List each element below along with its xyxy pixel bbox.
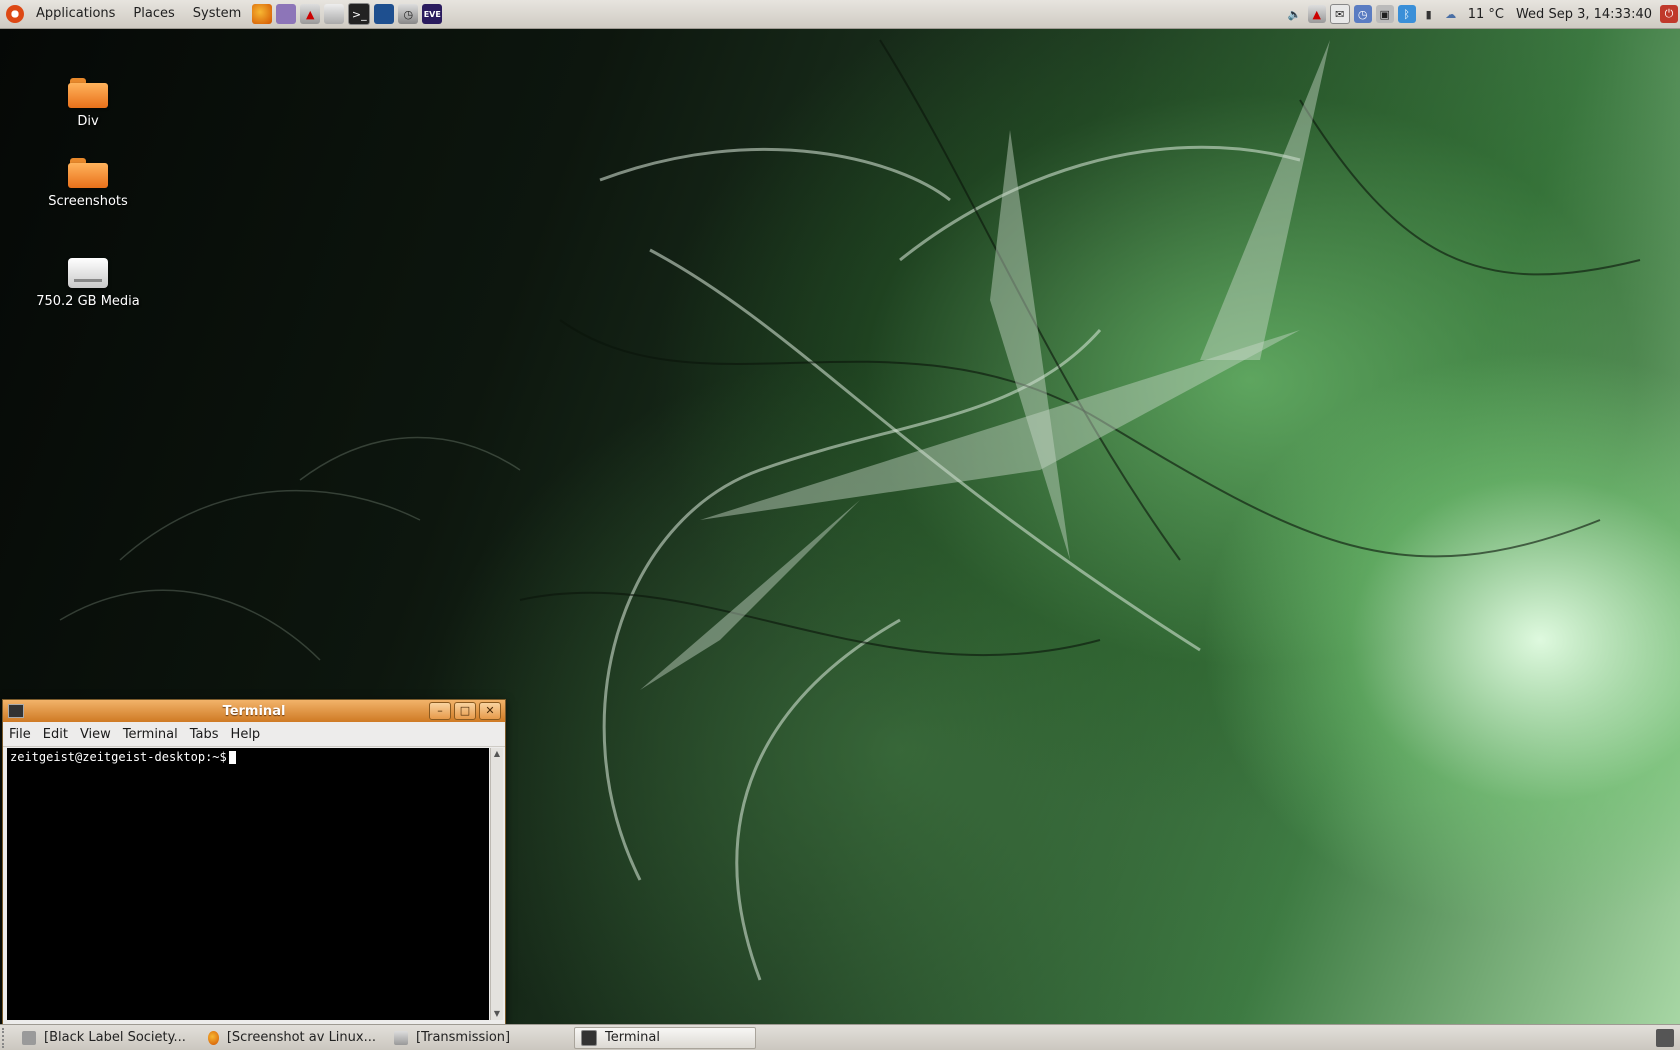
desktop-icon-label: Screenshots xyxy=(48,194,128,209)
desktop-icon-media-drive[interactable]: 750.2 GB Media xyxy=(23,258,153,309)
menu-view[interactable]: View xyxy=(74,727,117,742)
maximize-button[interactable]: □ xyxy=(454,702,476,720)
network-signal-icon[interactable]: ▮ xyxy=(1420,5,1438,23)
taskbar-item-label: [Screenshot av Linux... xyxy=(226,1030,376,1045)
transmission-icon xyxy=(394,1030,408,1045)
places-menu[interactable]: Places xyxy=(124,0,183,28)
close-button[interactable]: ✕ xyxy=(479,702,501,720)
clock-app-icon[interactable]: ◷ xyxy=(398,4,419,24)
terminal-icon xyxy=(581,1029,597,1046)
clock-tray-icon[interactable]: ◷ xyxy=(1353,5,1372,23)
folder-icon xyxy=(68,158,108,188)
firefox-icon xyxy=(208,1030,219,1045)
weather-temperature[interactable]: 11 °C xyxy=(1462,7,1510,22)
bluetooth-icon[interactable]: ᛒ xyxy=(1397,5,1416,23)
desktop-icon-screenshots[interactable]: Screenshots xyxy=(23,158,153,209)
media-tray-icon[interactable]: ▣ xyxy=(1375,5,1394,23)
folder-icon xyxy=(68,78,108,108)
bottom-panel: [Black Label Society... [Screenshot av L… xyxy=(0,1024,1680,1050)
transmission-tray-icon[interactable]: ▲ xyxy=(1307,5,1326,23)
network-icon[interactable] xyxy=(374,4,395,24)
system-tray: 🔈 ▲ ✉ ◷ ▣ ᛒ ▮ ☁ 11 °C Wed Sep 3, 14:33:4… xyxy=(1284,0,1680,28)
shutdown-icon[interactable]: ⏻ xyxy=(1660,5,1678,23)
desktop-icon-label: 750.2 GB Media xyxy=(36,294,140,309)
eve-label: EVE xyxy=(423,9,441,19)
taskbar-item-music[interactable]: [Black Label Society... xyxy=(16,1028,196,1048)
drive-icon xyxy=(68,258,108,288)
terminal-scrollbar[interactable]: ▲ ▼ xyxy=(490,748,503,1020)
firefox-icon[interactable] xyxy=(252,4,273,24)
terminal-icon[interactable]: >_ xyxy=(348,3,371,25)
ubuntu-logo-icon[interactable] xyxy=(6,5,24,23)
taskbar-item-transmission[interactable]: [Transmission] xyxy=(388,1028,568,1048)
applications-menu[interactable]: Applications xyxy=(27,0,124,28)
menu-file[interactable]: File xyxy=(3,727,37,742)
taskbar-item-label: [Transmission] xyxy=(416,1030,511,1045)
taskbar-item-label: [Black Label Society... xyxy=(44,1030,186,1045)
terminal-content[interactable]: zeitgeist@zeitgeist-desktop:~$ xyxy=(7,748,489,1020)
clock[interactable]: Wed Sep 3, 14:33:40 xyxy=(1510,7,1658,22)
trash-icon[interactable] xyxy=(1656,1028,1674,1047)
volume-icon[interactable]: 🔈 xyxy=(1286,5,1304,23)
show-desktop-handle[interactable] xyxy=(2,1027,10,1048)
terminal-prompt: zeitgeist@zeitgeist-desktop:~$ xyxy=(10,750,227,764)
scroll-up-icon[interactable]: ▲ xyxy=(491,748,503,760)
menu-tabs[interactable]: Tabs xyxy=(184,727,225,742)
terminal-window: Terminal – □ ✕ File Edit View Terminal T… xyxy=(2,699,506,1027)
minimize-button[interactable]: – xyxy=(429,702,451,720)
taskbar-item-terminal[interactable]: Terminal xyxy=(574,1026,756,1049)
taskbar-item-firefox[interactable]: [Screenshot av Linux... xyxy=(202,1028,382,1048)
scroll-down-icon[interactable]: ▼ xyxy=(491,1008,503,1020)
desktop-icon-div[interactable]: Div xyxy=(23,78,153,129)
desktop-icon-label: Div xyxy=(77,114,99,129)
top-panel: Applications Places System ▲ >_ ◷ EVE 🔈 … xyxy=(0,0,1680,29)
pidgin-icon[interactable] xyxy=(276,4,297,24)
update-notifier-icon[interactable]: ✉ xyxy=(1329,4,1350,24)
system-menu[interactable]: System xyxy=(184,0,250,28)
menu-help[interactable]: Help xyxy=(225,727,267,742)
weather-icon: ☁ xyxy=(1445,7,1457,21)
music-icon xyxy=(22,1030,36,1045)
terminal-cursor xyxy=(228,751,236,764)
terminal-titlebar[interactable]: Terminal – □ ✕ xyxy=(3,700,505,722)
media-icon[interactable] xyxy=(324,4,345,24)
taskbar-item-label: Terminal xyxy=(605,1030,660,1045)
terminal-window-icon[interactable] xyxy=(8,704,24,718)
transmission-icon[interactable]: ▲ xyxy=(300,4,321,24)
terminal-menubar: File Edit View Terminal Tabs Help xyxy=(3,722,505,747)
menu-edit[interactable]: Edit xyxy=(37,727,74,742)
menu-terminal[interactable]: Terminal xyxy=(117,727,184,742)
eve-icon[interactable]: EVE xyxy=(422,4,443,24)
